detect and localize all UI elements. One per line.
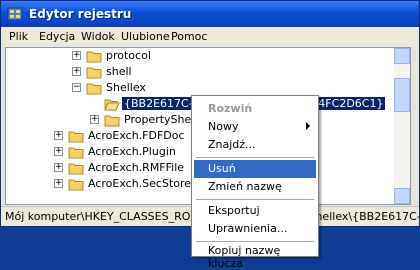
menu-ulubione[interactable]: Ulubione xyxy=(121,30,170,43)
tree-node[interactable]: + protocol xyxy=(6,48,366,65)
expand-button[interactable]: + xyxy=(54,163,63,172)
expand-button[interactable]: + xyxy=(90,115,99,124)
menu-item-eksportuj[interactable]: Eksportuj xyxy=(194,202,316,220)
menu-separator xyxy=(196,157,314,158)
folder-icon xyxy=(104,115,120,127)
tree-node-label: AcroExch.SecStore xyxy=(88,177,192,190)
tree-node[interactable]: + shell xyxy=(6,64,366,81)
vertical-scrollbar[interactable] xyxy=(394,48,410,204)
expand-button[interactable]: + xyxy=(72,67,81,76)
expand-button[interactable]: + xyxy=(54,147,63,156)
open-folder-icon xyxy=(104,99,120,111)
expand-button[interactable]: + xyxy=(72,51,81,60)
expand-button[interactable]: + xyxy=(54,131,63,140)
menu-item-nowy[interactable]: Nowy xyxy=(194,118,316,136)
menu-bar: Plik Edycja Widok Ulubione Pomoc xyxy=(1,27,419,47)
collapse-button[interactable]: − xyxy=(72,83,81,92)
tree-node-label: shell xyxy=(106,65,132,78)
title-bar[interactable]: Edytor rejestru xyxy=(1,1,419,27)
submenu-arrow-icon xyxy=(306,122,310,130)
folder-icon xyxy=(68,131,84,143)
menu-plik[interactable]: Plik xyxy=(9,30,28,43)
menu-separator xyxy=(196,199,314,200)
folder-icon xyxy=(68,147,84,159)
menu-item-rozwin[interactable]: Rozwiń xyxy=(194,100,316,118)
context-menu: Rozwiń Nowy Znajdź... Usuń Zmień nazwę E… xyxy=(191,95,319,270)
menu-item-label: Nowy xyxy=(208,120,239,133)
registry-editor-icon xyxy=(7,7,23,21)
menu-item-usun[interactable]: Usuń xyxy=(194,160,316,178)
menu-widok[interactable]: Widok xyxy=(81,30,115,43)
expand-button[interactable]: + xyxy=(54,179,63,188)
menu-item-uprawnienia[interactable]: Uprawnienia... xyxy=(194,220,316,238)
menu-pomoc[interactable]: Pomoc xyxy=(171,30,207,43)
folder-icon xyxy=(86,83,102,95)
tree-node-label: protocol xyxy=(106,49,151,62)
scroll-down-button[interactable] xyxy=(394,188,410,204)
tree-node-label: AcroExch.RMFFile xyxy=(88,161,185,174)
tree-node-label: Shellex xyxy=(106,81,146,94)
scroll-up-button[interactable] xyxy=(394,48,410,64)
window-title: Edytor rejestru xyxy=(29,7,132,21)
menu-item-znajdz[interactable]: Znajdź... xyxy=(194,136,316,154)
folder-icon xyxy=(68,179,84,191)
menu-item-kopiuj-nazwe-klucza[interactable]: Kopiuj nazwę klucza xyxy=(194,242,316,270)
scroll-thumb[interactable] xyxy=(394,78,410,112)
tree-node-label: AcroExch.FDFDoc xyxy=(88,129,185,142)
folder-icon xyxy=(86,51,102,63)
tree-node-label: AcroExch.Plugin xyxy=(88,145,176,158)
folder-icon xyxy=(68,163,84,175)
menu-edycja[interactable]: Edycja xyxy=(39,30,75,43)
folder-icon xyxy=(86,67,102,79)
menu-item-zmien-nazwe[interactable]: Zmień nazwę xyxy=(194,178,316,196)
